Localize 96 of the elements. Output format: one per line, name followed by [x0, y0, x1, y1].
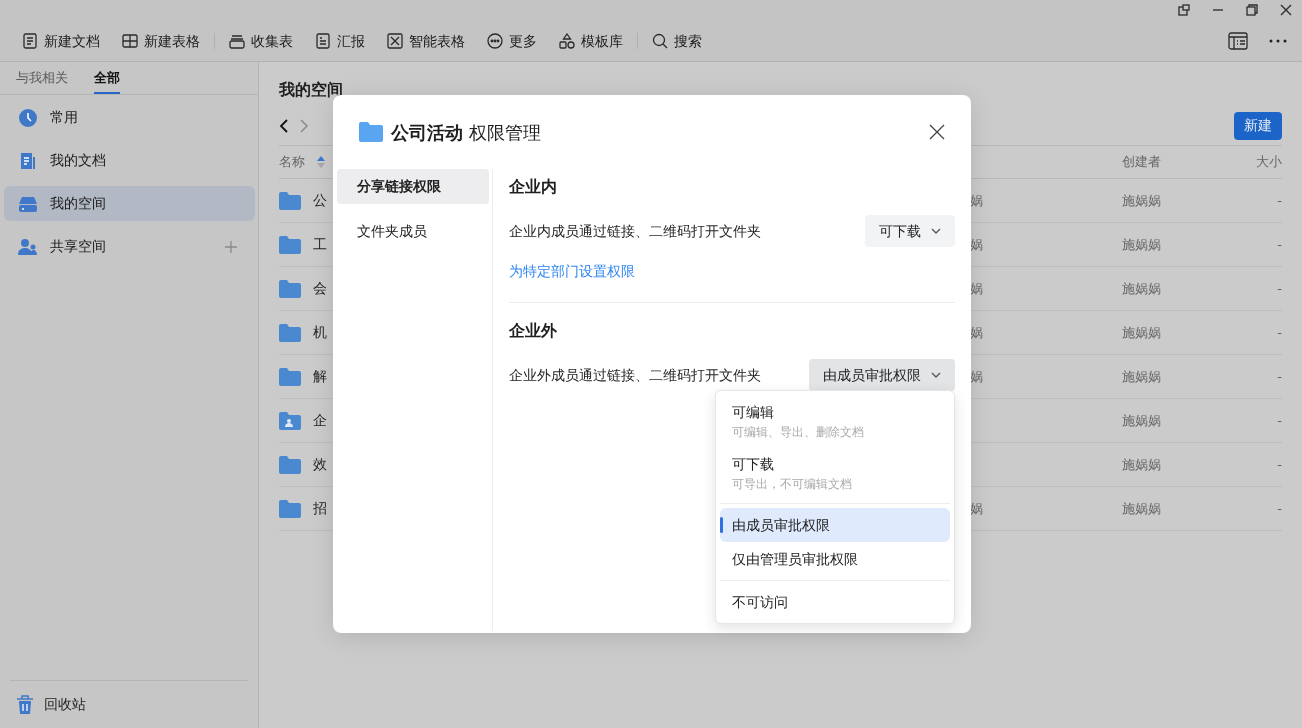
collect-form-button[interactable]: 收集表: [225, 30, 297, 52]
people-icon: [18, 236, 38, 257]
new-document-button[interactable]: 新建文档: [18, 30, 104, 52]
clock-icon: [18, 107, 38, 128]
folder-icon: [279, 323, 301, 342]
template-library-button[interactable]: 模板库: [555, 30, 627, 52]
tray-icon: [229, 33, 245, 49]
search-icon: [652, 33, 668, 49]
trash-label[interactable]: 回收站: [44, 694, 86, 715]
column-header[interactable]: 名称: [279, 152, 305, 172]
table-cell: 娲: [970, 368, 983, 384]
permission-dropdown[interactable]: 由成员审批权限: [809, 359, 955, 391]
back-icon[interactable]: [279, 118, 289, 133]
table-cell-text: -: [1276, 411, 1282, 430]
sidebar-item[interactable]: 我的空间: [4, 186, 255, 221]
trash-icon: [16, 694, 34, 715]
section-heading: 企业外: [509, 320, 558, 342]
more-button[interactable]: 更多: [483, 30, 541, 52]
table-cell-text: -: [1276, 279, 1282, 298]
file-name[interactable]: 招: [313, 498, 327, 519]
document-icon: [18, 150, 38, 171]
shapes-icon: [559, 33, 575, 49]
shared-folder-icon: [279, 411, 301, 430]
table-cell-text: 施娲娲: [1122, 367, 1162, 386]
menu-option[interactable]: 由成员审批权限: [720, 508, 950, 542]
table-cell-text: -: [1276, 191, 1282, 210]
folder-icon: [279, 455, 301, 474]
dialog-tab[interactable]: 分享链接权限: [337, 169, 489, 204]
description-text: 企业外成员通过链接、二维码打开文件夹: [509, 365, 761, 385]
folder-icon: [279, 499, 301, 518]
pin-window-icon[interactable]: [1178, 4, 1190, 16]
file-name[interactable]: 会: [313, 278, 327, 299]
table-cell: 娲: [970, 500, 983, 516]
folder-icon: [279, 235, 301, 254]
sidebar-tab[interactable]: 全部: [94, 61, 120, 94]
menu-option[interactable]: 可下载 可导出，不可编辑文档: [720, 447, 950, 499]
layout-panel-icon[interactable]: [1228, 32, 1248, 50]
folder-icon: [359, 122, 383, 142]
chevron-down-icon: [931, 372, 941, 378]
table-cell-text: -: [1276, 235, 1282, 254]
table-cell-text: -: [1276, 455, 1282, 474]
dialog-tab[interactable]: 文件夹成员: [337, 214, 489, 249]
menu-option[interactable]: 仅由管理员审批权限: [720, 542, 950, 576]
folder-icon: [279, 279, 301, 298]
section-heading: 企业内: [509, 176, 558, 198]
table-cell: 娲: [970, 236, 983, 252]
document-icon: [22, 33, 38, 49]
department-permission-link[interactable]: 为特定部门设置权限: [509, 261, 635, 282]
folder-icon: [279, 191, 301, 210]
file-name[interactable]: 机: [313, 322, 327, 343]
table-cell-text: -: [1276, 499, 1282, 518]
table-cell: 娲: [970, 192, 983, 208]
menu-option[interactable]: 可编辑 可编辑、导出、删除文档: [720, 395, 950, 447]
sidebar-item[interactable]: 我的文档: [4, 143, 255, 178]
new-table-button[interactable]: 新建表格: [118, 30, 204, 52]
close-icon[interactable]: [929, 124, 945, 140]
sidebar-tab[interactable]: 与我相关: [16, 61, 68, 94]
table-cell-text: 施娲娲: [1122, 191, 1162, 210]
smart-table-button[interactable]: 智能表格: [383, 30, 469, 52]
table-cell-text: 施娲娲: [1122, 455, 1162, 474]
table-cell-text: 施娲娲: [1122, 235, 1162, 254]
file-name[interactable]: 工: [313, 234, 327, 255]
table-cell-text: -: [1276, 323, 1282, 342]
table-cell-text: 施娲娲: [1122, 279, 1162, 298]
more-icon: [487, 33, 503, 49]
dialog-title: 公司活动 权限管理: [391, 120, 541, 145]
table-icon: [122, 33, 138, 49]
folder-icon: [279, 367, 301, 386]
report-button[interactable]: 汇报: [311, 30, 369, 52]
permission-dropdown[interactable]: 可下载: [865, 215, 955, 247]
chevron-down-icon: [931, 228, 941, 234]
sort-icon[interactable]: [317, 156, 325, 168]
sidebar-item[interactable]: 共享空间: [4, 229, 255, 264]
report-icon: [315, 33, 331, 49]
table-cell-text: 施娲娲: [1122, 323, 1162, 342]
table-cell: 娲: [970, 324, 983, 340]
search-button[interactable]: 搜索: [648, 30, 706, 52]
close-icon[interactable]: [1280, 4, 1292, 16]
new-button[interactable]: 新建: [1234, 111, 1282, 140]
more-icon[interactable]: [1268, 39, 1288, 43]
restore-icon[interactable]: [1246, 4, 1258, 16]
menu-option[interactable]: 不可访问: [720, 585, 950, 619]
smart-table-icon: [387, 33, 403, 49]
page-title: 我的空间: [279, 79, 344, 101]
table-cell-text: 施娲娲: [1122, 411, 1162, 430]
file-name[interactable]: 效: [313, 454, 327, 475]
column-header: 大小: [1255, 153, 1282, 172]
table-cell-text: -: [1276, 367, 1282, 386]
sidebar-item[interactable]: 常用: [4, 100, 255, 135]
column-header: 创建者: [1122, 153, 1162, 172]
file-name[interactable]: 公: [313, 190, 327, 211]
table-cell: 娲: [970, 280, 983, 296]
description-text: 企业内成员通过链接、二维码打开文件夹: [509, 221, 761, 241]
file-name[interactable]: 解: [313, 366, 327, 387]
file-name[interactable]: 企: [313, 410, 327, 431]
table-cell-text: 施娲娲: [1122, 499, 1162, 518]
